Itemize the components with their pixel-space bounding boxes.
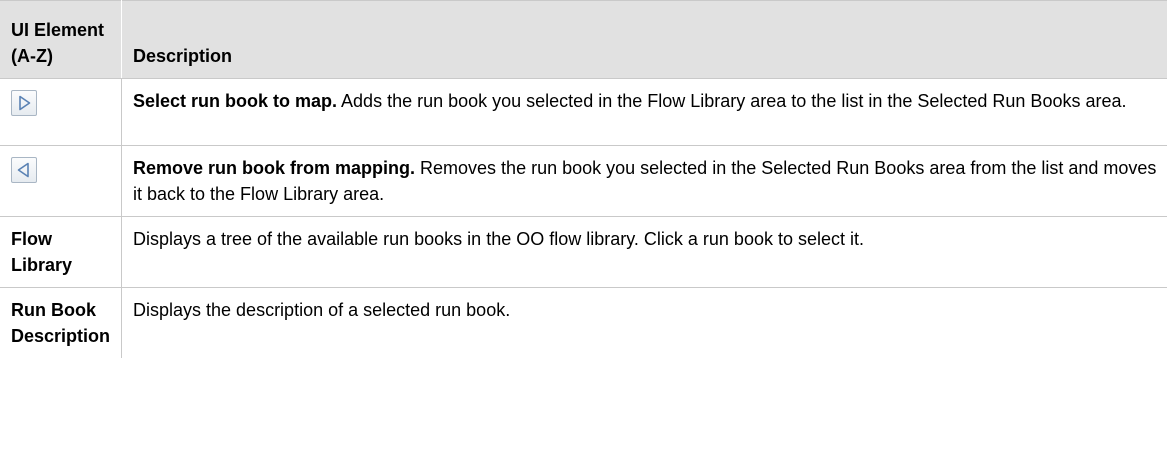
- table-row: Flow Library Displays a tree of the avai…: [0, 216, 1167, 288]
- description-text: Adds the run book you selected in the Fl…: [337, 91, 1127, 111]
- header-description: Description: [121, 0, 1167, 79]
- table-header-row: UI Element (A-Z) Description: [0, 0, 1167, 79]
- ui-element-cell: [0, 145, 122, 217]
- description-text: Displays the description of a selected r…: [121, 287, 1167, 358]
- description-title: Remove run book from mapping.: [133, 158, 416, 178]
- ui-element-name: Run Book Description: [0, 287, 122, 358]
- description-cell: Remove run book from mapping. Removes th…: [121, 145, 1167, 217]
- description-text: Displays a tree of the available run boo…: [121, 216, 1167, 288]
- table-row: Select run book to map. Adds the run boo…: [0, 78, 1167, 146]
- table-row: Remove run book from mapping. Removes th…: [0, 145, 1167, 217]
- ui-element-cell: [0, 78, 122, 146]
- ui-element-name: Flow Library: [0, 216, 122, 288]
- table-row: Run Book Description Displays the descri…: [0, 287, 1167, 358]
- right-arrow-icon: [11, 90, 37, 116]
- ui-elements-table: UI Element (A-Z) Description Select run …: [0, 0, 1167, 358]
- description-title: Select run book to map.: [133, 91, 338, 111]
- header-ui-element: UI Element (A-Z): [0, 0, 122, 79]
- description-cell: Select run book to map. Adds the run boo…: [121, 78, 1167, 146]
- left-arrow-icon: [11, 157, 37, 183]
